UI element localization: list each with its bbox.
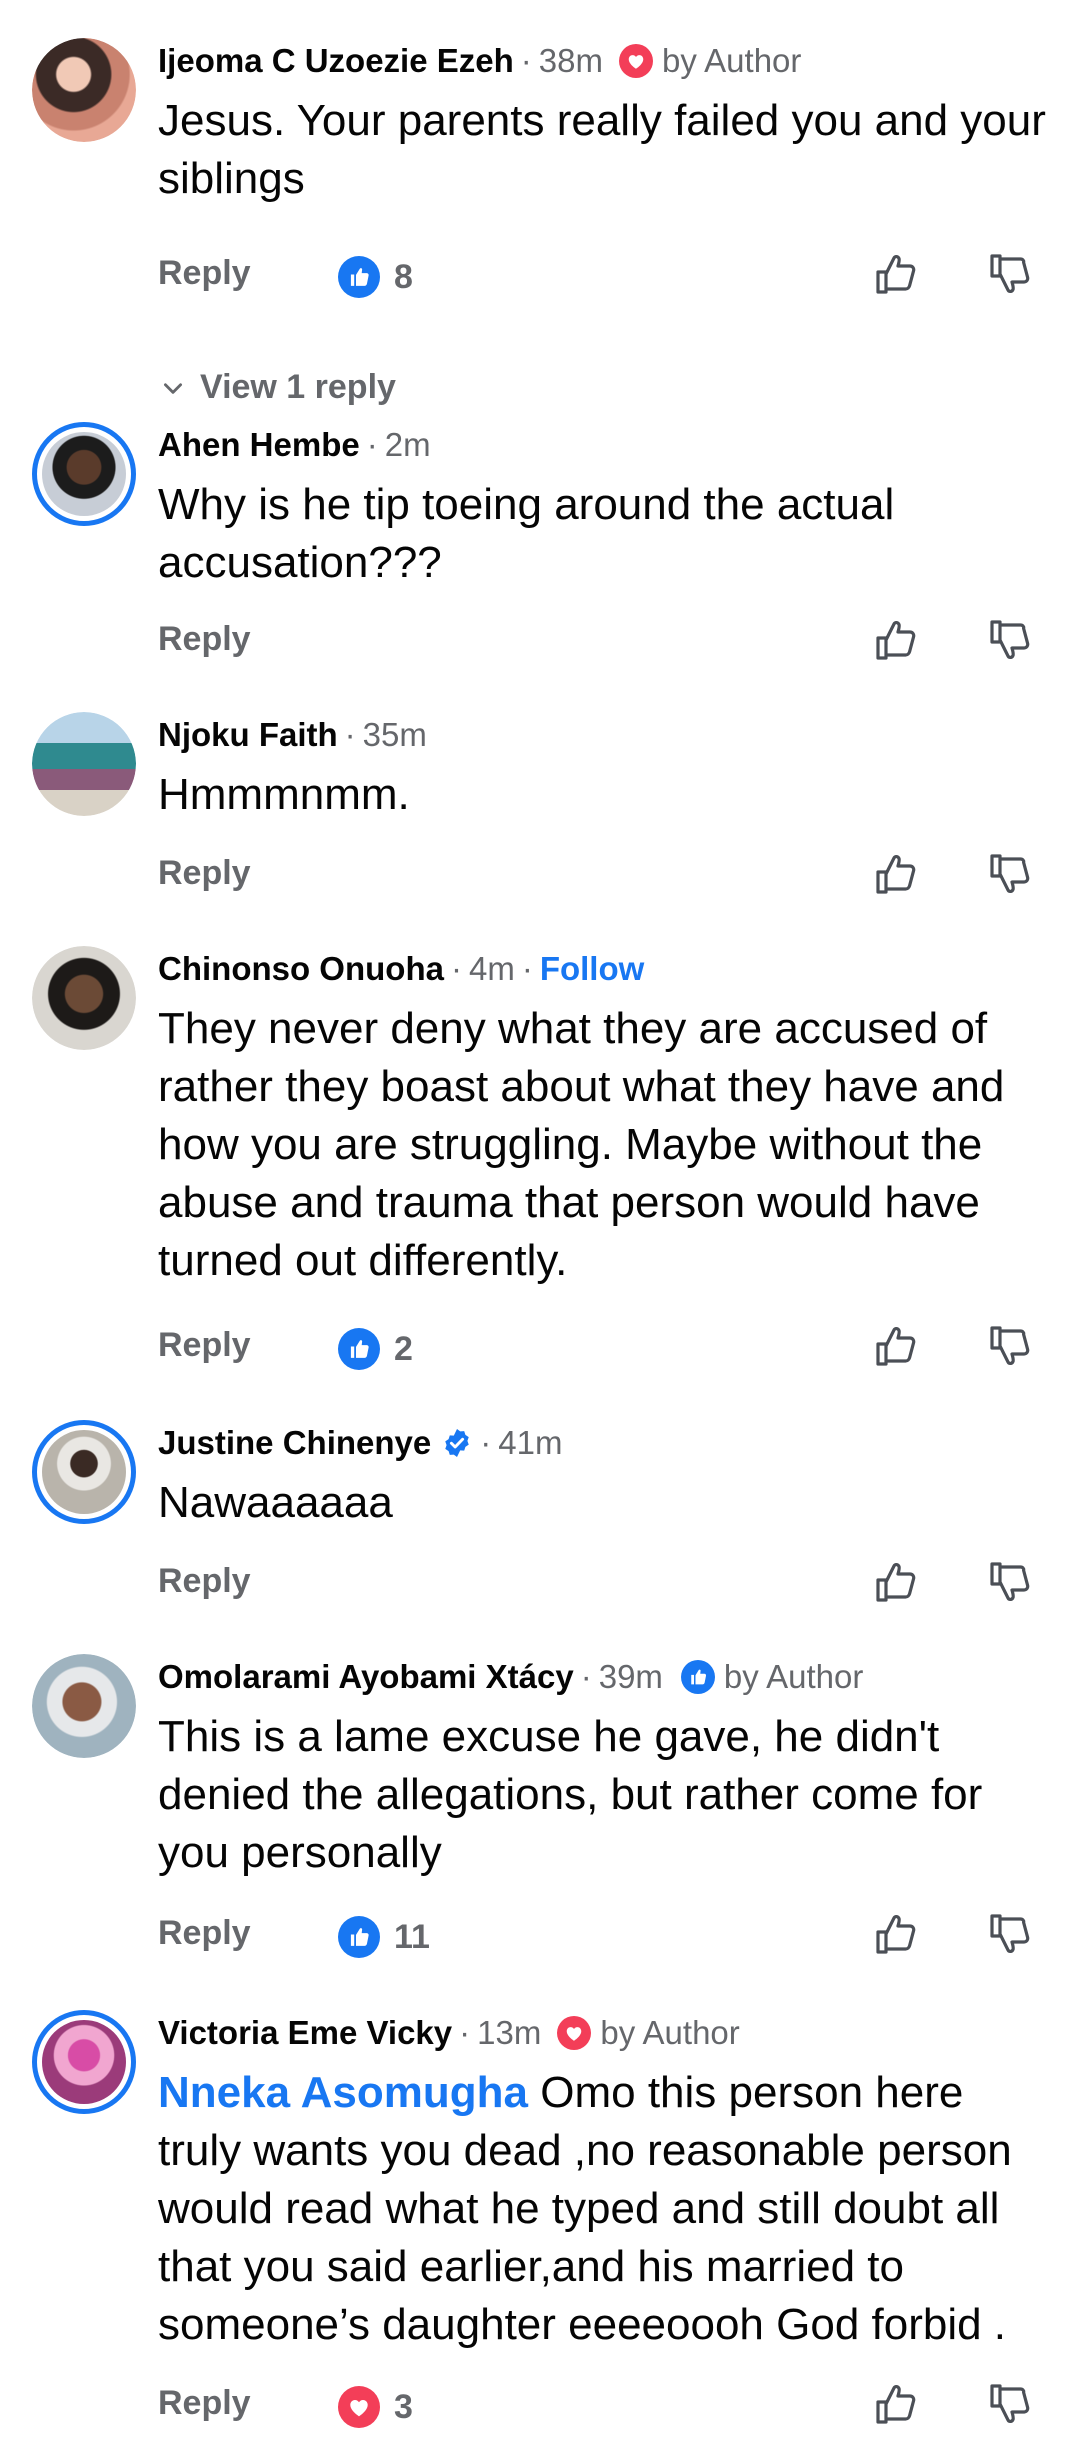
avatar[interactable] xyxy=(32,38,136,142)
heart-icon xyxy=(557,2016,592,2050)
comment-text: Nneka Asomugha Omo this person here trul… xyxy=(158,2064,1058,2354)
thumbs-up-icon[interactable] xyxy=(872,1558,920,1606)
author-name[interactable]: Ahen Hembe xyxy=(158,422,360,468)
reaction-summary[interactable]: 2 xyxy=(338,1328,413,1370)
comment-actions: Reply xyxy=(158,616,1038,668)
thumbs-down-icon[interactable] xyxy=(986,1910,1034,1958)
by-author-label: by Author xyxy=(723,1658,864,1695)
by-author-label: by Author xyxy=(600,2014,740,2051)
comment-actions: Reply xyxy=(158,850,1038,902)
reaction-summary[interactable]: 11 xyxy=(338,1916,430,1958)
reaction-summary[interactable]: 3 xyxy=(338,2386,413,2428)
like-icon xyxy=(338,1328,380,1370)
reply-button[interactable]: Reply xyxy=(158,254,251,293)
like-icon xyxy=(338,256,380,298)
avatar[interactable] xyxy=(32,712,136,816)
comment-header: Justine Chinenye · 41m xyxy=(158,1420,562,1466)
comment-time[interactable]: 39m xyxy=(599,1654,663,1700)
thumbs-down-icon[interactable] xyxy=(986,850,1034,898)
reply-button[interactable]: Reply xyxy=(158,1914,251,1953)
thumbs-down-icon[interactable] xyxy=(986,2380,1034,2428)
view-replies-button[interactable]: View 1 reply xyxy=(160,368,396,407)
thumbs-up-icon[interactable] xyxy=(872,1322,920,1370)
follow-button[interactable]: Follow xyxy=(540,946,644,992)
reaction-summary[interactable]: 8 xyxy=(338,256,413,298)
thumbs-up-icon[interactable] xyxy=(872,2380,920,2428)
reply-button[interactable]: Reply xyxy=(158,2384,251,2423)
comment-header: Chinonso Onuoha · 4m · Follow xyxy=(158,946,644,992)
comment-time[interactable]: 41m xyxy=(498,1420,562,1466)
thumbs-up-icon[interactable] xyxy=(872,850,920,898)
view-replies-label: View 1 reply xyxy=(200,368,396,406)
avatar[interactable] xyxy=(32,946,136,1050)
avatar[interactable] xyxy=(32,422,136,526)
avatar[interactable] xyxy=(32,2010,136,2114)
author-name[interactable]: Omolarami Ayobami Xtácy xyxy=(158,1654,574,1700)
thumbs-up-icon[interactable] xyxy=(872,1910,920,1958)
comment-header: Ahen Hembe · 2m xyxy=(158,422,431,468)
comment-header: Victoria Eme Vicky · 13m by Author xyxy=(158,2010,740,2056)
reaction-count: 2 xyxy=(394,1329,413,1368)
heart-icon xyxy=(618,44,653,78)
comment-text: Hmmmnmm. xyxy=(158,770,410,819)
thumbs-up-icon[interactable] xyxy=(872,616,920,664)
reply-button[interactable]: Reply xyxy=(158,1562,251,1601)
like-icon xyxy=(680,1660,715,1694)
reaction-count: 3 xyxy=(394,2387,413,2426)
reply-button[interactable]: Reply xyxy=(158,854,251,893)
thumbs-down-icon[interactable] xyxy=(986,1322,1034,1370)
thumbs-down-icon[interactable] xyxy=(986,1558,1034,1606)
comment-time[interactable]: 35m xyxy=(363,712,427,758)
comment-text: Jesus. Your parents really failed you an… xyxy=(158,96,1046,203)
avatar[interactable] xyxy=(32,1654,136,1758)
comment-text: They never deny what they are accused of… xyxy=(158,1004,1005,1285)
comment-time[interactable]: 4m xyxy=(469,946,515,992)
like-icon xyxy=(338,1916,380,1958)
comment-header: Ijeoma C Uzoezie Ezeh · 38m by Author xyxy=(158,38,801,84)
by-author-label: by Author xyxy=(661,42,802,79)
author-name[interactable]: Njoku Faith xyxy=(158,712,338,758)
author-name[interactable]: Victoria Eme Vicky xyxy=(158,2010,452,2056)
comment-text: Why is he tip toeing around the actual a… xyxy=(158,480,895,587)
comment-header: Omolarami Ayobami Xtácy · 39m by Author xyxy=(158,1654,863,1700)
thumbs-down-icon[interactable] xyxy=(986,616,1034,664)
comment-time[interactable]: 2m xyxy=(385,422,431,468)
comment-time[interactable]: 13m xyxy=(477,2010,541,2056)
reaction-count: 11 xyxy=(394,1917,430,1956)
author-name[interactable]: Chinonso Onuoha xyxy=(158,946,444,992)
comment-header: Njoku Faith · 35m xyxy=(158,712,427,758)
thumbs-down-icon[interactable] xyxy=(986,250,1034,298)
comment-actions: Reply xyxy=(158,1558,1038,1610)
comment-actions: Reply 3 xyxy=(158,2380,1038,2432)
verified-badge-icon xyxy=(441,1427,473,1459)
comments-feed: Ijeoma C Uzoezie Ezeh · 38m by Author Je… xyxy=(0,0,1080,2440)
comment-actions: Reply 11 xyxy=(158,1910,1038,1962)
comment-actions: Reply 2 xyxy=(158,1322,1038,1374)
comment-time[interactable]: 38m xyxy=(539,38,603,84)
reply-button[interactable]: Reply xyxy=(158,620,251,659)
comment-text: Nawaaaaaa xyxy=(158,1478,393,1527)
reply-button[interactable]: Reply xyxy=(158,1326,251,1365)
chevron-down-icon xyxy=(164,382,182,394)
heart-icon xyxy=(338,2386,380,2428)
avatar[interactable] xyxy=(32,1420,136,1524)
reaction-count: 8 xyxy=(394,257,413,296)
author-name[interactable]: Ijeoma C Uzoezie Ezeh xyxy=(158,38,514,84)
comment-actions: Reply 8 xyxy=(158,250,1038,302)
comment-text: This is a lame excuse he gave, he didn't… xyxy=(158,1712,983,1877)
mention-link[interactable]: Nneka Asomugha xyxy=(158,2068,528,2117)
thumbs-up-icon[interactable] xyxy=(872,250,920,298)
author-name[interactable]: Justine Chinenye xyxy=(158,1420,431,1466)
